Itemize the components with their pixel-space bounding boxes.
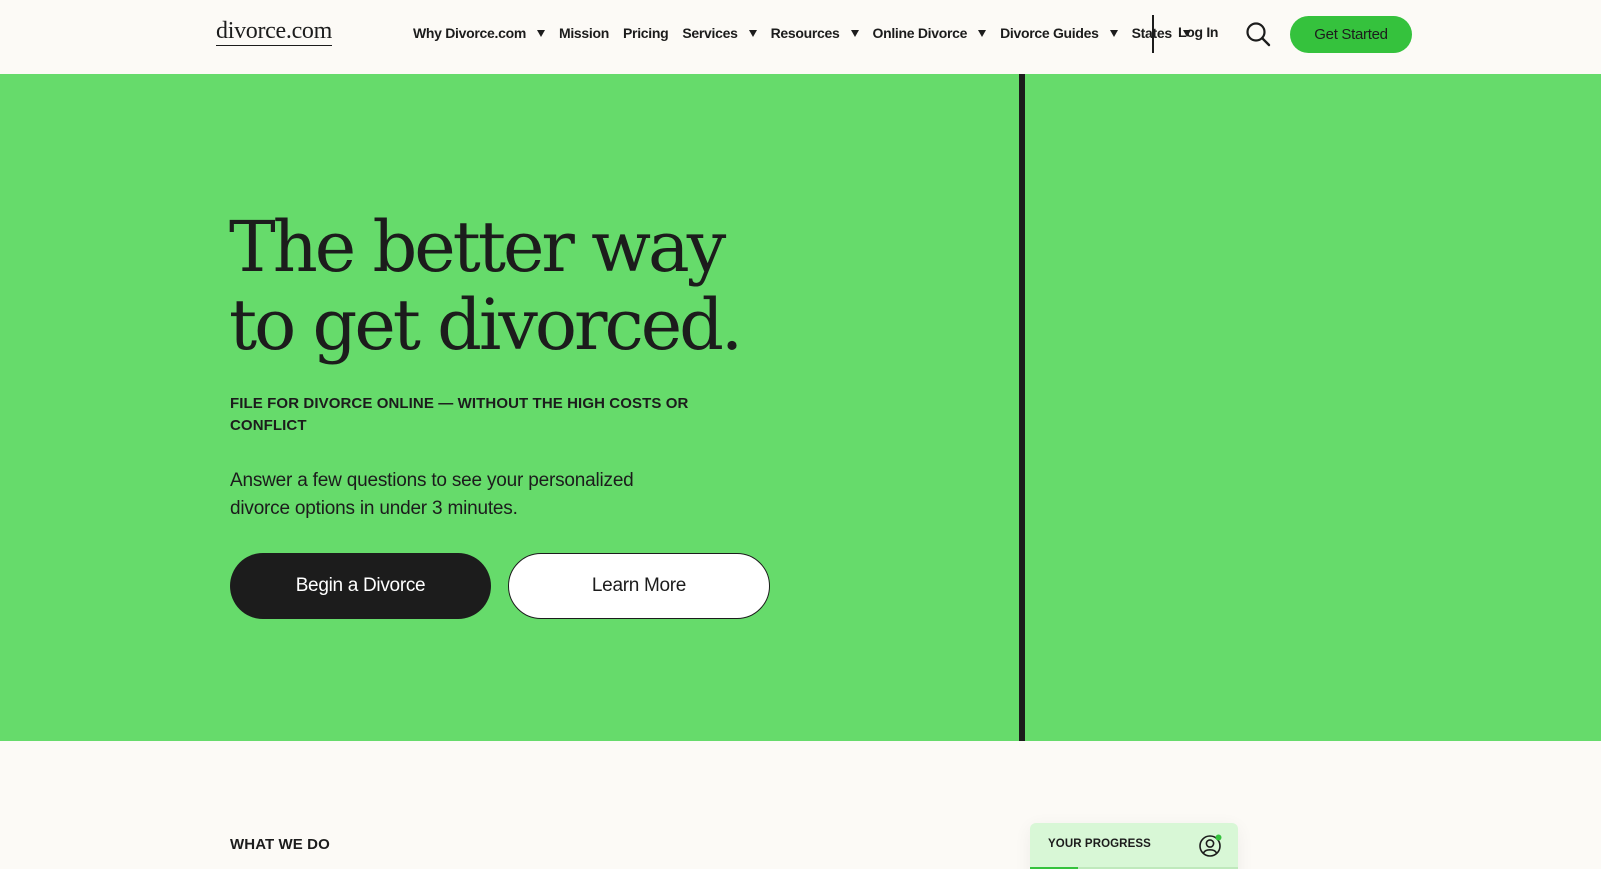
hero-title: The better way to get divorced. — [229, 206, 743, 366]
nav-item-why-divorce-com[interactable]: Why Divorce.com — [413, 25, 545, 41]
nav-item-label: Online Divorce — [872, 25, 968, 41]
what-we-do-label: WHAT WE DO — [230, 836, 330, 853]
nav-item-resources[interactable]: Resources — [771, 25, 859, 41]
hero-eyebrow: FILE FOR DIVORCE ONLINE — WITHOUT THE HI… — [230, 395, 689, 434]
nav-item-label: Divorce Guides — [1000, 25, 1099, 41]
caret-down-icon — [536, 29, 545, 37]
site-header: divorce.com Why Divorce.com Mission Pricin… — [0, 0, 1601, 74]
nav-item-divorce-guides[interactable]: Divorce Guides — [1000, 25, 1118, 41]
hero-description: Answer a few questions to see your perso… — [230, 470, 634, 519]
nav-item-label: Pricing — [623, 25, 669, 41]
search-icon[interactable] — [1245, 21, 1271, 47]
caret-down-icon — [978, 29, 987, 37]
main-nav: Why Divorce.com Mission Pricing Services Res… — [413, 23, 1205, 43]
caret-down-icon — [850, 29, 859, 37]
nav-item-online-divorce[interactable]: Online Divorce — [873, 25, 987, 41]
caret-down-icon — [1109, 29, 1118, 37]
begin-divorce-button[interactable]: Begin a Divorce — [230, 553, 491, 619]
nav-item-pricing[interactable]: Pricing — [623, 25, 669, 41]
page: divorce.com Why Divorce.com Mission Pricin… — [0, 0, 1601, 869]
hero-divider — [1019, 74, 1025, 741]
learn-more-button[interactable]: Learn More — [508, 553, 770, 619]
progress-label: YOUR PROGRESS — [1048, 838, 1151, 850]
nav-item-label: Resources — [770, 25, 840, 41]
nav-item-mission[interactable]: Mission — [559, 25, 609, 41]
progress-card[interactable]: YOUR PROGRESS — [1030, 823, 1238, 869]
login-link[interactable]: Log In — [1178, 24, 1218, 40]
hero-section: The better way to get divorced. FILE FOR… — [0, 74, 1601, 741]
caret-down-icon — [748, 29, 757, 37]
user-icon[interactable] — [1198, 833, 1224, 859]
site-logo[interactable]: divorce.com — [216, 18, 332, 46]
get-started-button[interactable]: Get Started — [1290, 16, 1412, 53]
nav-item-label: Why Divorce.com — [413, 25, 526, 41]
nav-item-label: Mission — [558, 25, 610, 41]
nav-divider — [1152, 15, 1154, 53]
nav-item-label: Services — [682, 25, 738, 41]
nav-item-services[interactable]: Services — [682, 25, 757, 41]
